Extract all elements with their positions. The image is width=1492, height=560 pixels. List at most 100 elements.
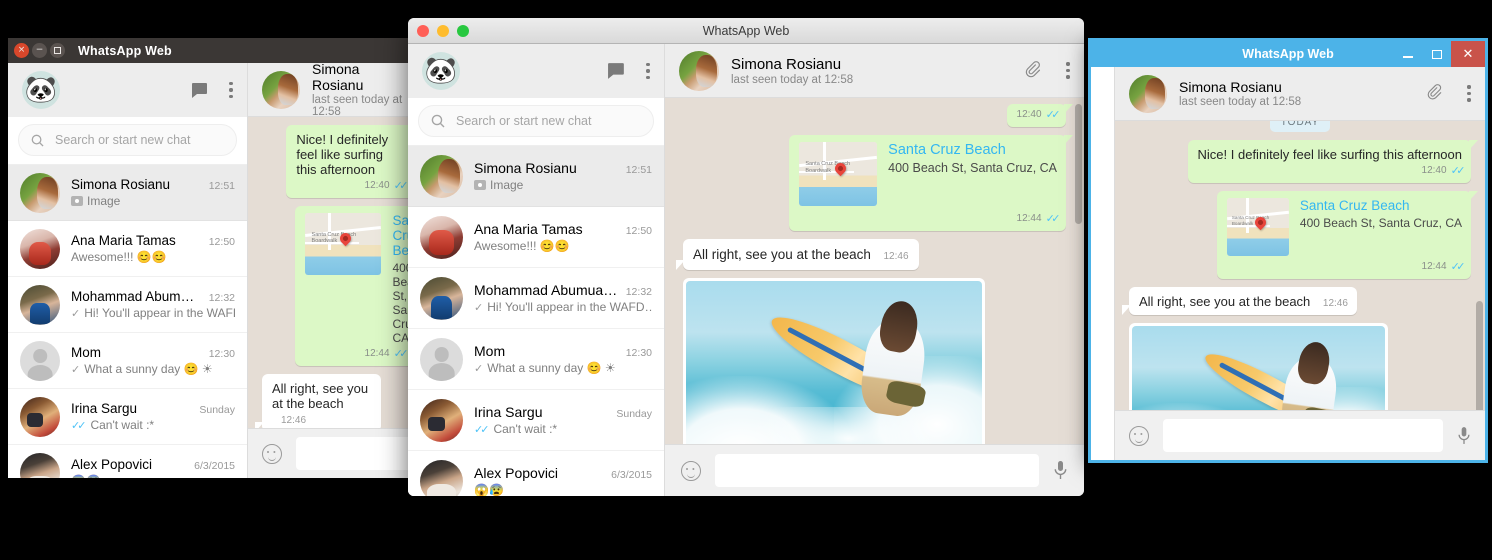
windows-maximize-button[interactable] — [1422, 41, 1451, 67]
read-receipt-icon: ✓✓ — [1450, 261, 1466, 273]
profile-avatar[interactable] — [22, 71, 60, 109]
whatsapp-window-windows[interactable]: WhatsApp Web ✕ Simona Rosianu last seen … — [1088, 38, 1488, 463]
profile-header-actions — [607, 62, 650, 80]
message-bubble-location-out[interactable]: Santa Cruz Beach Boardwalk Santa Cruz Be… — [295, 206, 428, 366]
ubuntu-close-button[interactable]: × — [14, 43, 29, 58]
message-list-ubuntu[interactable]: Nice! I definitely feel like surfing thi… — [248, 117, 428, 428]
message-row: 12:40 ✓✓ — [683, 104, 1074, 127]
mac-close-button[interactable] — [417, 24, 429, 37]
chat-list-item[interactable]: Simona Rosianu 12:51 Image — [408, 146, 664, 207]
delivery-tick-icon: ✓ — [71, 307, 80, 320]
chat-list-item[interactable]: Ana Maria Tamas 12:50 Awesome!!! 😊😊 — [8, 221, 247, 277]
chat-list-item[interactable]: Mom 12:30 ✓ What a sunny day 😊 ☀ — [408, 329, 664, 390]
message-time: 12:46 — [1322, 298, 1348, 309]
menu-dots-icon[interactable] — [646, 62, 650, 80]
ubuntu-titlebar[interactable]: × − WhatsApp Web — [8, 38, 428, 63]
conversation-scrollbar[interactable] — [1075, 104, 1082, 224]
contact-name: Simona Rosianu — [312, 63, 364, 93]
chat-list-item[interactable]: Alex Popovici 6/3/2015 😱😰 — [408, 451, 664, 496]
emoji-smiley-icon[interactable] — [681, 460, 701, 481]
maximize-icon — [54, 47, 61, 54]
whatsapp-window-ubuntu[interactable]: × − WhatsApp Web 🐼 Search or start new c… — [8, 38, 428, 478]
chat-list-mac[interactable]: Simona Rosianu 12:51 Image Ana Maria Tam… — [408, 146, 664, 496]
microphone-icon[interactable] — [1053, 460, 1068, 481]
emoji-smiley-icon[interactable] — [1129, 425, 1149, 446]
menu-dots-icon[interactable] — [229, 81, 233, 99]
attach-clip-icon[interactable] — [1426, 84, 1445, 103]
message-time: 12:44 — [1421, 261, 1447, 272]
message-input[interactable] — [715, 454, 1039, 487]
chat-time: 12:50 — [208, 236, 235, 248]
search-icon — [31, 134, 44, 147]
conversation-scrollbar[interactable] — [1476, 301, 1483, 410]
search-input[interactable]: Search or start new chat — [418, 105, 654, 137]
photo-attachment[interactable] — [1132, 326, 1385, 410]
chat-list-item[interactable]: Irina Sargu Sunday ✓✓ Can't wait :* — [8, 389, 247, 445]
mac-minimize-button[interactable] — [437, 24, 449, 37]
chat-list-item[interactable]: Irina Sargu Sunday ✓✓ Can't wait :* — [408, 390, 664, 451]
search-section-mac: Search or start new chat — [408, 98, 664, 146]
location-name: Santa Cruz Beach — [1299, 198, 1410, 213]
mac-zoom-button[interactable] — [457, 24, 469, 37]
chat-name: Ana Maria Tamas — [474, 221, 583, 237]
message-time: 12:40 — [1421, 165, 1447, 176]
message-text: All right, see you at the beach — [272, 381, 369, 411]
windows-titlebar[interactable]: WhatsApp Web ✕ — [1091, 41, 1485, 67]
chat-time: 12:51 — [208, 180, 235, 192]
avatar — [420, 276, 463, 320]
conversation-header-ubuntu: Simona Rosianu last seen today at 12:58 — [248, 63, 428, 118]
message-bubble-location-out[interactable]: Santa Cruz Beach Boardwalk Santa Cruz Be… — [1216, 191, 1479, 279]
avatar — [420, 337, 463, 381]
message-input[interactable] — [296, 437, 414, 470]
chat-preview: Awesome!!! 😊😊 — [474, 239, 570, 253]
chat-list-item[interactable]: Alex Popovici 6/3/2015 😱😰 — [8, 445, 247, 478]
profile-avatar[interactable] — [422, 52, 460, 90]
menu-dots-icon[interactable] — [1066, 62, 1070, 79]
avatar — [20, 284, 60, 325]
message-row — [1129, 323, 1471, 410]
chat-list-item[interactable]: Mohammad Abumuail… 12:32 ✓ Hi! You'll app… — [408, 268, 664, 329]
emoji-smiley-icon[interactable] — [262, 443, 282, 464]
contact-avatar[interactable] — [679, 50, 719, 91]
profile-header-ubuntu — [8, 63, 247, 117]
wa-shell-windows: Simona Rosianu last seen today at 12:58 — [1091, 67, 1485, 460]
delivery-tick-icon: ✓ — [474, 301, 483, 314]
menu-dots-icon[interactable] — [1467, 85, 1471, 102]
contact-avatar[interactable] — [1129, 74, 1167, 113]
mac-titlebar[interactable]: WhatsApp Web — [408, 18, 1084, 44]
contact-avatar[interactable] — [262, 70, 300, 109]
location-map-thumbnail: Santa Cruz Beach Boardwalk — [1226, 198, 1289, 256]
chat-list-item[interactable]: Mom 12:30 ✓ What a sunny day 😊 ☀ — [8, 333, 247, 389]
avatar — [20, 340, 60, 381]
chat-name: Mohammad Abumuail… — [71, 289, 201, 304]
message-bubble-photo-in[interactable] — [1129, 323, 1388, 410]
new-chat-icon[interactable] — [607, 62, 627, 80]
windows-minimize-button[interactable] — [1393, 41, 1422, 67]
microphone-icon[interactable] — [1457, 426, 1471, 446]
chat-list-ubuntu[interactable]: Simona Rosianu 12:51 Image Ana Maria Tam… — [8, 165, 247, 478]
message-list-windows[interactable]: TODAY Nice! I definitely feel like surfi… — [1115, 121, 1485, 410]
windows-close-button[interactable]: ✕ — [1451, 41, 1485, 67]
day-divider: TODAY — [1129, 121, 1471, 132]
chat-preview: Can't wait :* — [90, 418, 155, 432]
ubuntu-minimize-button[interactable]: − — [32, 43, 47, 58]
chat-list-item[interactable]: Mohammad Abumuail… 12:32 ✓ Hi! You'll app… — [8, 277, 247, 333]
new-chat-icon[interactable] — [191, 82, 210, 99]
message-row: Santa Cruz Beach Boardwalk Santa Cruz Be… — [1129, 191, 1479, 279]
search-input[interactable]: Search or start new chat — [18, 124, 237, 156]
message-input[interactable] — [1163, 419, 1443, 452]
message-bubble-location-out[interactable]: Santa Cruz Beach Boardwalk Santa Cruz Be… — [789, 135, 1073, 231]
photo-attachment[interactable]: 12:51 — [686, 281, 982, 444]
message-bubble-photo-in[interactable]: 12:51 — [683, 278, 985, 444]
message-row: 12:51 — [683, 278, 1066, 444]
attach-clip-icon[interactable] — [1024, 60, 1044, 81]
avatar — [420, 154, 463, 198]
chat-list-item[interactable]: Simona Rosianu 12:51 Image — [8, 165, 247, 221]
whatsapp-window-mac[interactable]: WhatsApp Web 🐼 Search or start new chat … — [408, 18, 1084, 496]
chat-list-item[interactable]: Ana Maria Tamas 12:50 Awesome!!! 😊😊 — [408, 207, 664, 268]
message-list-mac[interactable]: 12:40 ✓✓ Santa Cruz Beach Boardwalk Sant… — [665, 98, 1084, 444]
chat-preview: Image — [87, 194, 121, 208]
image-icon — [71, 196, 83, 206]
ubuntu-maximize-button[interactable] — [50, 43, 65, 58]
chat-preview: Image — [490, 178, 524, 192]
